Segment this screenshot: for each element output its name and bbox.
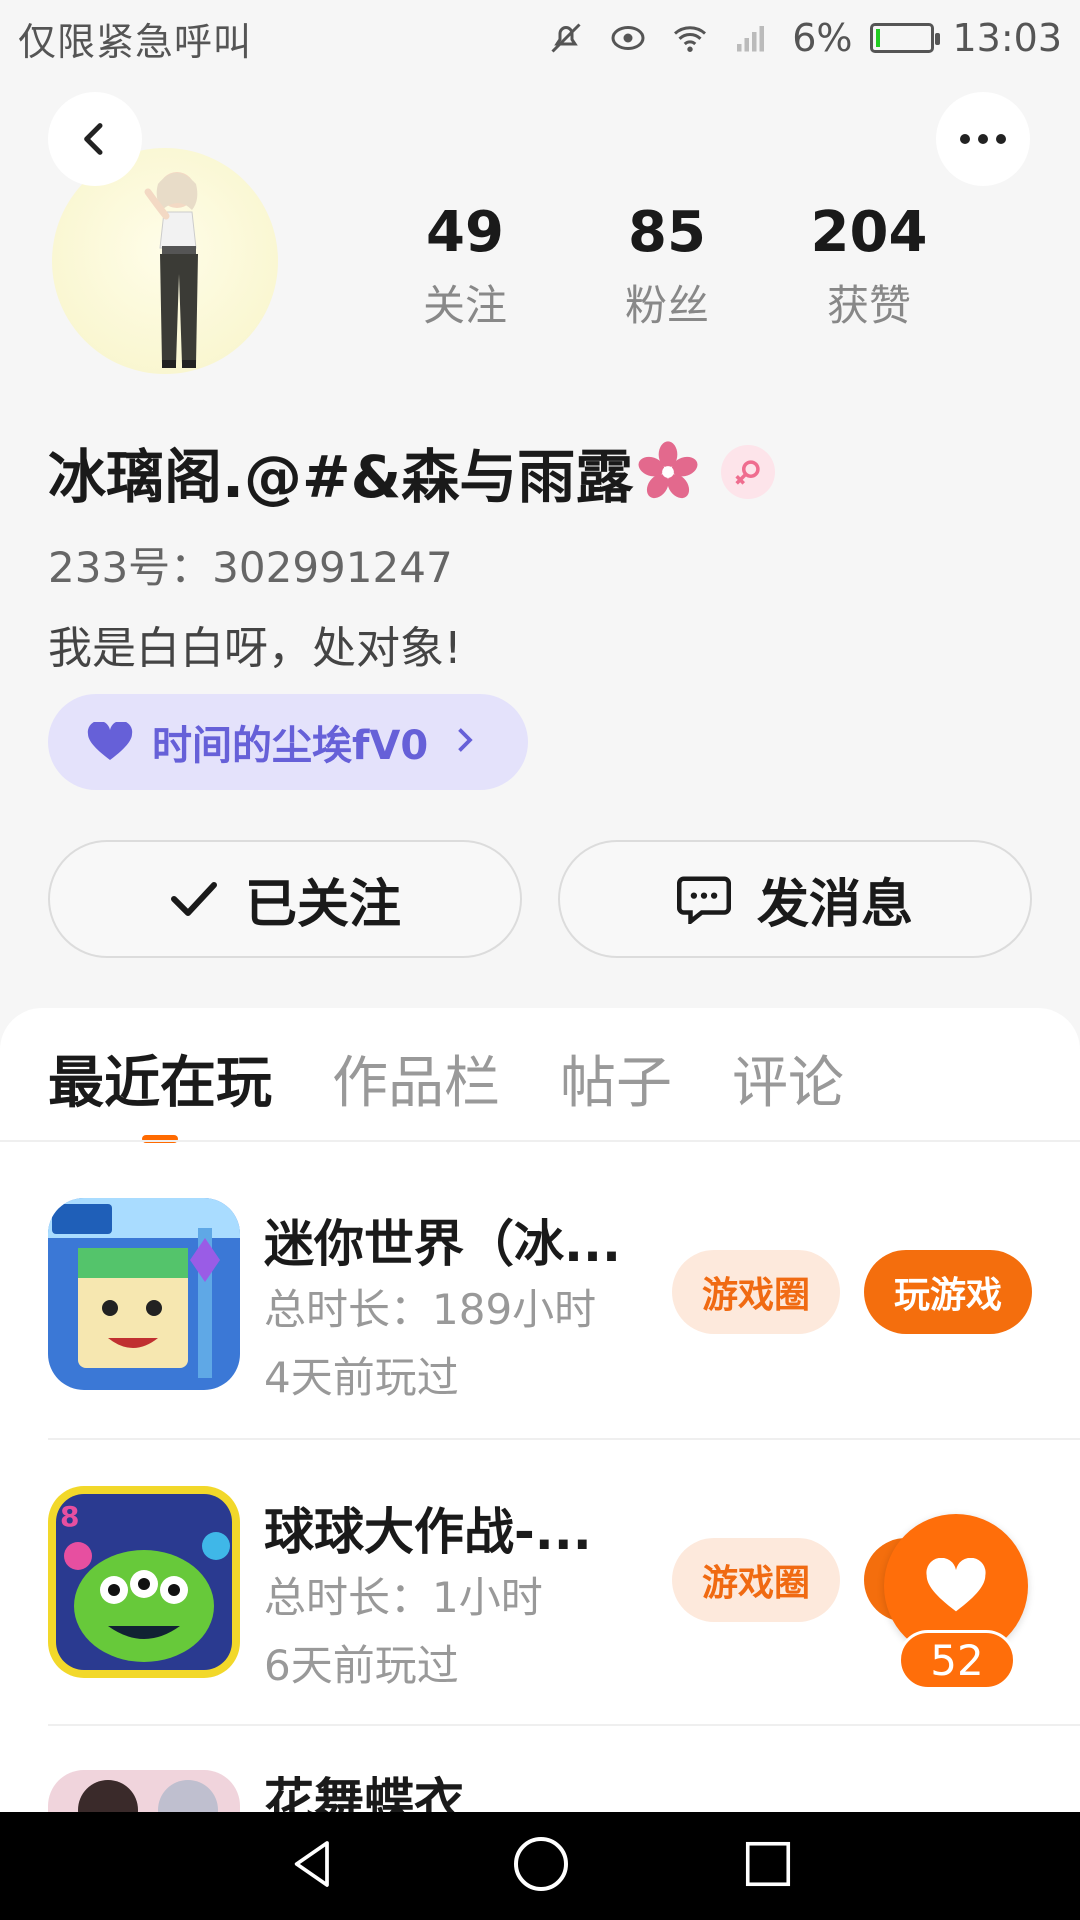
send-message-label: 发消息 <box>756 874 913 935</box>
status-bar: 仅限紧急呼叫 6% 13:03 <box>0 0 1080 76</box>
female-gender-icon <box>721 445 776 499</box>
check-icon <box>169 879 219 919</box>
nav-recents-icon[interactable] <box>741 1837 795 1895</box>
game-last-played: 4天前玩过 <box>264 1353 459 1402</box>
battery-percent: 6% <box>792 16 853 60</box>
nav-back-icon[interactable] <box>285 1836 341 1896</box>
sakura-icon <box>638 441 698 499</box>
heart-icon <box>87 722 133 760</box>
bio-text: 我是白白呀，处对象! <box>48 623 462 674</box>
tab-recently-played[interactable]: 最近在玩 <box>48 1038 272 1143</box>
stat-label: 关注 <box>422 281 507 330</box>
signal-icon <box>730 16 774 60</box>
eye-icon <box>606 16 650 60</box>
stat-fans[interactable]: 85 粉丝 <box>566 198 768 333</box>
more-button[interactable] <box>936 92 1030 186</box>
tab-divider <box>0 1140 1080 1142</box>
play-game-button[interactable]: 玩游戏 <box>864 1250 1032 1334</box>
user-id: 233号：302991247 <box>48 543 453 592</box>
game-icon-ball-battle[interactable]: 8 <box>48 1486 240 1678</box>
game-duration: 总时长：1小时 <box>264 1573 543 1622</box>
clock: 13:03 <box>952 16 1062 60</box>
bio-row: 我是白白呀，处对象! <box>48 612 462 676</box>
game-title: 球球大作战-... <box>264 1503 592 1561</box>
guild-label: 时间的尘埃fV0 <box>152 723 429 769</box>
tab-label: 最近在玩 <box>48 1051 272 1116</box>
battery-icon <box>870 23 941 53</box>
game-title: 迷你世界（冰... <box>264 1215 621 1273</box>
wifi-icon <box>668 16 712 60</box>
back-button[interactable] <box>48 92 142 186</box>
list-item-game[interactable]: 迷你世界（冰... 总时长：189小时 4天前玩过 游戏圈 玩游戏 <box>48 1198 1080 1484</box>
chat-bubble-icon <box>676 874 731 924</box>
game-icon-mini-world[interactable] <box>48 1198 240 1390</box>
guild-badge[interactable]: 时间的尘埃fV0 <box>48 694 528 790</box>
stat-value: 49 <box>426 200 504 265</box>
stat-likes[interactable]: 204 获赞 <box>768 198 970 333</box>
followed-button[interactable]: 已关注 <box>48 840 522 958</box>
nav-home-icon[interactable] <box>511 1834 571 1898</box>
game-last-played: 6天前玩过 <box>264 1641 459 1690</box>
send-message-button[interactable]: 发消息 <box>558 840 1032 958</box>
row-divider <box>48 1724 1080 1726</box>
tab-posts[interactable]: 帖子 <box>560 1038 672 1141</box>
carrier-text: 仅限紧急呼叫 <box>18 19 253 64</box>
profile-tabs: 最近在玩 作品栏 帖子 评论 <box>48 1038 844 1143</box>
profile-name-row: 冰璃阁.@#&森与雨露 <box>48 430 776 514</box>
chevron-left-icon <box>84 123 103 155</box>
game-duration: 总时长：189小时 <box>264 1285 597 1334</box>
heart-icon <box>926 1558 986 1612</box>
profile-name: 冰璃阁.@#&森与雨露 <box>48 443 634 511</box>
stat-value: 204 <box>810 200 928 265</box>
stat-value: 85 <box>628 200 706 265</box>
stat-label: 粉丝 <box>624 281 709 330</box>
system-nav-bar <box>0 1812 1080 1920</box>
game-circle-button[interactable]: 游戏圈 <box>672 1250 840 1334</box>
tab-label: 帖子 <box>560 1051 672 1116</box>
list-item-game[interactable]: 花舞蝶衣 <box>48 1770 1080 1812</box>
stat-label: 获赞 <box>826 281 911 330</box>
more-dots-icon <box>960 134 1006 144</box>
mute-icon <box>544 16 588 60</box>
followed-label: 已关注 <box>244 874 401 935</box>
game-icon-flower-dance[interactable] <box>48 1770 240 1812</box>
tab-comments[interactable]: 评论 <box>732 1038 844 1141</box>
game-circle-button[interactable]: 游戏圈 <box>672 1538 840 1622</box>
profile-stats: 49 关注 85 粉丝 204 获赞 <box>370 198 970 333</box>
chevron-right-icon <box>454 719 474 765</box>
tab-label: 作品栏 <box>332 1051 500 1116</box>
tab-label: 评论 <box>732 1051 844 1116</box>
stat-following[interactable]: 49 关注 <box>364 198 566 333</box>
like-count: 52 <box>898 1630 1016 1690</box>
row-divider <box>48 1438 1080 1440</box>
svg-text:8: 8 <box>60 1500 79 1533</box>
tab-works[interactable]: 作品栏 <box>332 1038 500 1141</box>
game-title: 花舞蝶衣 <box>264 1773 464 1812</box>
